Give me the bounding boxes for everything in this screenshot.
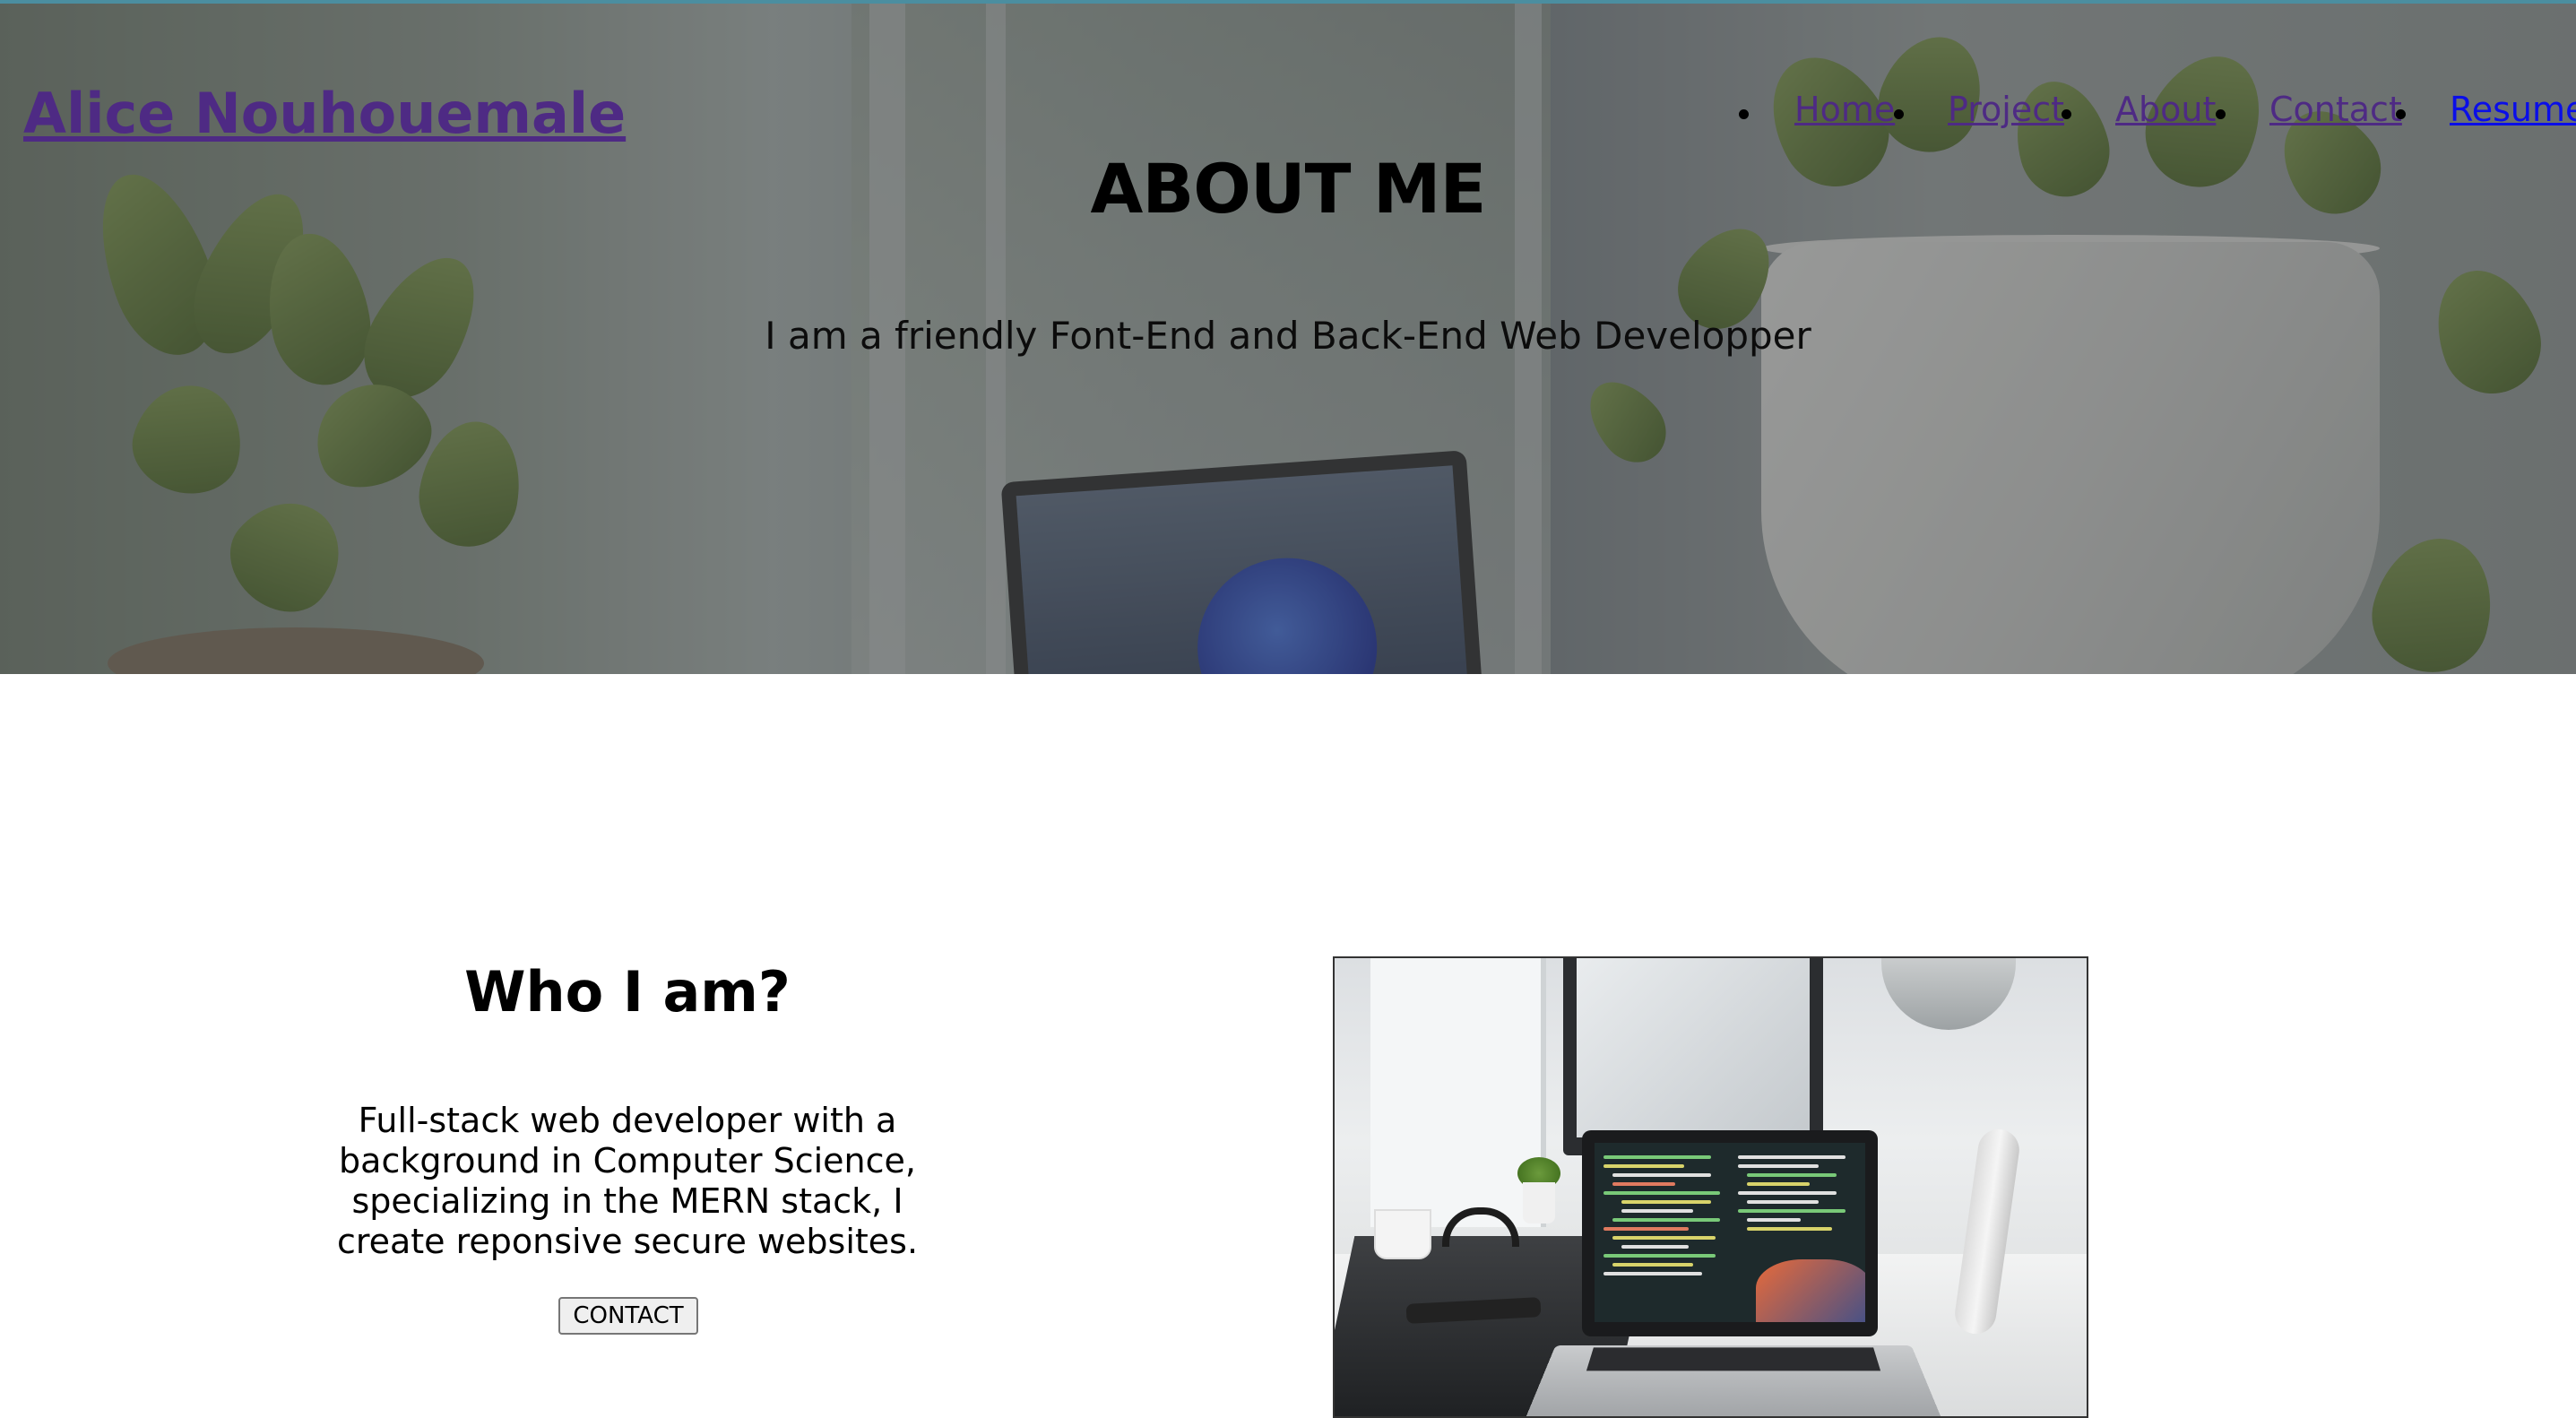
hero-subtitle: I am a friendly Font-End and Back-End We… bbox=[765, 314, 1811, 358]
nav-contact[interactable]: Contact bbox=[2269, 90, 2402, 129]
contact-button[interactable]: CONTACT bbox=[558, 1297, 698, 1335]
photo-laptop-screen bbox=[1595, 1143, 1865, 1322]
page-title: ABOUT ME bbox=[1090, 149, 1487, 229]
top-border bbox=[0, 0, 2576, 4]
about-description: Full-stack web developer with a backgrou… bbox=[336, 1101, 919, 1261]
nav-bullet bbox=[2216, 109, 2226, 119]
about-heading: Who I am? bbox=[464, 959, 791, 1025]
nav-bullet bbox=[1894, 109, 1904, 119]
nav-bullet bbox=[2396, 109, 2406, 119]
nav-project[interactable]: Project bbox=[1948, 90, 2064, 129]
nav-about[interactable]: About bbox=[2115, 90, 2216, 129]
nav-home[interactable]: Home bbox=[1794, 90, 1895, 129]
workspace-photo bbox=[1333, 956, 2088, 1418]
nav-resume[interactable]: Resume bbox=[2450, 90, 2576, 129]
brand-link[interactable]: Alice Nouhouemale bbox=[23, 81, 626, 146]
nav-bullet bbox=[2062, 109, 2071, 119]
nav-bullet bbox=[1739, 109, 1749, 119]
main-nav: Home Project About Contact Resume bbox=[1739, 90, 2576, 143]
